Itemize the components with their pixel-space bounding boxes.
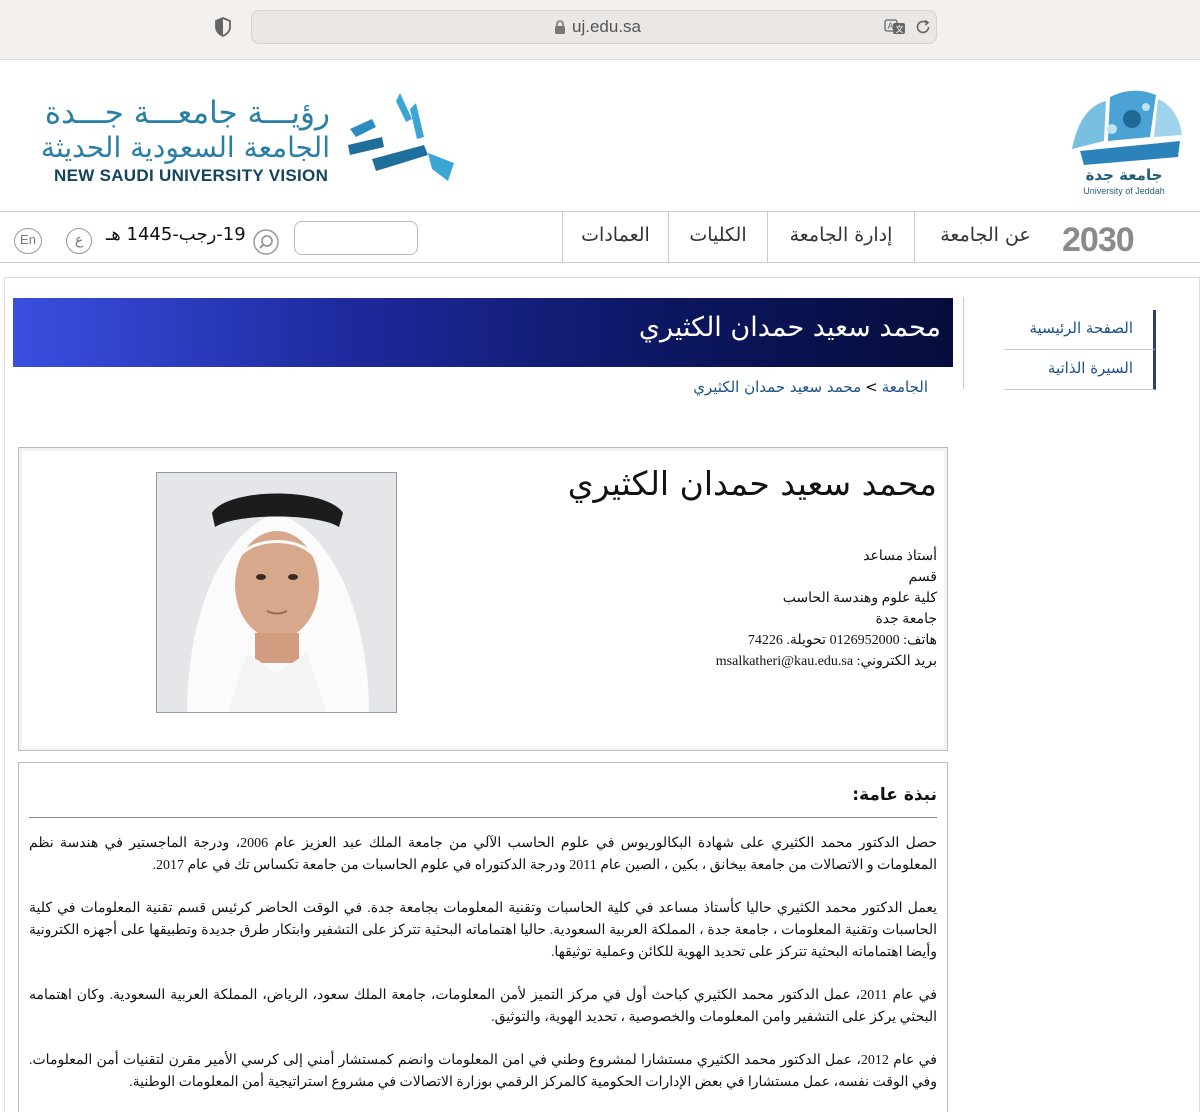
bio-paragraph: في عام 2011، عمل الدكتور محمد الكثيري كب… [29,988,937,1025]
arabic-language-button[interactable]: ع [66,228,92,254]
profile-university: جامعة جدة [875,612,937,627]
breadcrumb-current-link[interactable]: محمد سعيد حمدان الكثيري [693,378,861,396]
profile-card: محمد سعيد حمدان الكثيري أستاذ مساعد قسم … [18,447,948,751]
profile-photo [156,472,397,713]
profile-name: محمد سعيد حمدان الكثيري [567,464,937,503]
profile-rank: أستاذ مساعد [863,549,937,564]
vision-title-ar: رؤيـــة جامعـــة جـــدة [44,95,330,131]
search-icon[interactable] [253,229,279,255]
svg-text:文: 文 [896,24,904,34]
profile-department: قسم [908,570,938,585]
profile-info: أستاذ مساعد قسم كلية علوم وهندسة الحاسب … [716,546,937,672]
university-name-en: University of Jeddah [1083,186,1165,196]
vision-logo-icon [348,93,454,181]
nav-about[interactable]: عن الجامعة [914,212,1056,262]
vision-2030-logo[interactable]: 2030 [1062,221,1135,260]
lock-icon [555,20,565,34]
nav-colleges[interactable]: الكليات [668,212,767,262]
url-text: uj.edu.sa [572,17,641,36]
hijri-date: 19-رجب-1445 هـ [106,224,246,245]
nav-administration[interactable]: إدارة الجامعة [767,212,914,262]
bio-divider [29,817,937,818]
main-nav: 2030 عن الجامعة إدارة الجامعة الكليات ال… [0,211,1200,263]
profile-college: كلية علوم وهندسة الحاسب [782,591,937,606]
profile-phone: هاتف: 0126952000 تحويلة. 74226 [747,633,937,648]
address-bar[interactable]: uj.edu.sa A 文 [251,10,937,44]
english-language-button[interactable]: En [14,228,42,254]
browser-toolbar: uj.edu.sa A 文 [0,0,1200,60]
university-name-ar: جامعة جدة [1085,166,1163,184]
profile-email[interactable]: بريد الكتروني: msalkatheri@kau.edu.sa [716,651,937,672]
site-header: رؤيـــة جامعـــة جـــدة الجامعة السعودية… [0,61,1200,211]
bio-text: حصل الدكتور محمد الكثيري على شهادة البكا… [29,833,937,1112]
bio-paragraph: في عام 2012، عمل الدكتور محمد الكثيري مس… [29,1053,938,1090]
privacy-shield-icon[interactable] [214,17,232,37]
bio-title: نبذة عامة: [852,785,937,805]
breadcrumb-root-link[interactable]: الجامعة [882,378,928,396]
bio-paragraph: يعمل الدكتور محمد الكثيري حاليا كأستاذ م… [29,901,937,960]
breadcrumb: الجامعة>محمد سعيد حمدان الكثيري [693,378,928,396]
sidebar-item-cv[interactable]: السيرة الذاتية [1004,350,1156,390]
nav-deanships[interactable]: العمادات [562,212,668,262]
svg-text:A: A [888,21,894,31]
translate-icon[interactable]: A 文 [884,19,906,35]
search-input[interactable] [294,221,418,255]
page-title-band: محمد سعيد حمدان الكثيري [13,298,953,367]
person-photo-icon [157,473,396,712]
sidebar: الصفحة الرئيسية السيرة الذاتية [1004,310,1156,390]
page-title: محمد سعيد حمدان الكثيري [638,312,941,343]
sidebar-divider [963,297,964,389]
vision-subtitle-ar: الجامعة السعودية الحديثة [40,131,330,164]
bio-card: نبذة عامة: حصل الدكتور محمد الكثيري على … [18,762,948,1112]
breadcrumb-separator: > [865,378,878,396]
bio-paragraph: حصل الدكتور محمد الكثيري على شهادة البكا… [29,836,937,873]
sidebar-item-home[interactable]: الصفحة الرئيسية [1004,310,1156,350]
reload-icon[interactable] [914,18,932,36]
vision-title-en: NEW SAUDI UNIVERSITY VISION [54,166,329,185]
